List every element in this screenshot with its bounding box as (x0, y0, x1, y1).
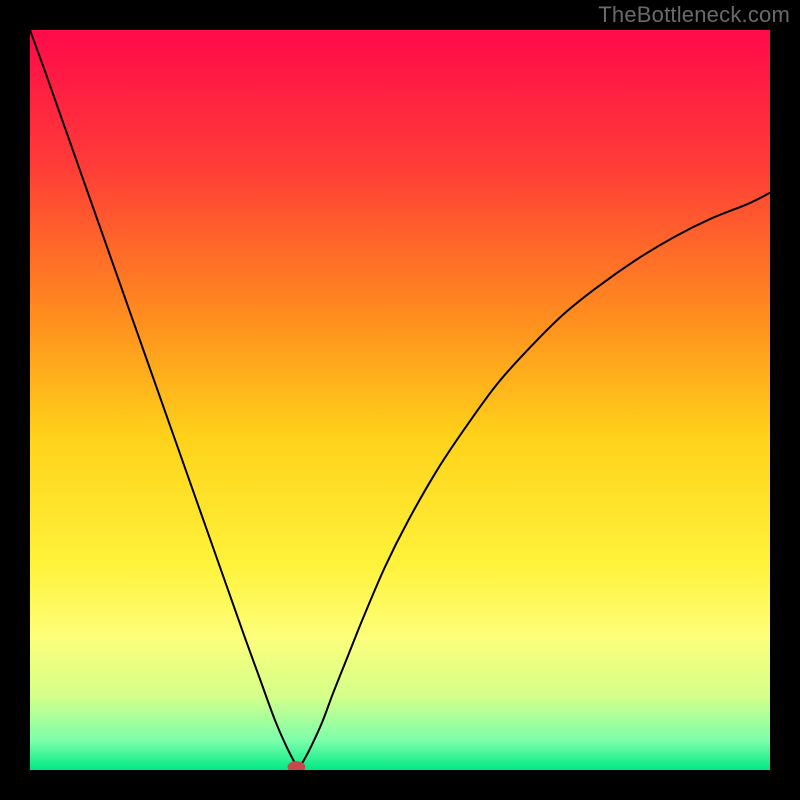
chart-svg (30, 30, 770, 770)
attribution-text: TheBottleneck.com (598, 2, 790, 28)
chart-frame: TheBottleneck.com (0, 0, 800, 800)
gradient-background (30, 30, 770, 770)
plot-area (30, 30, 770, 770)
